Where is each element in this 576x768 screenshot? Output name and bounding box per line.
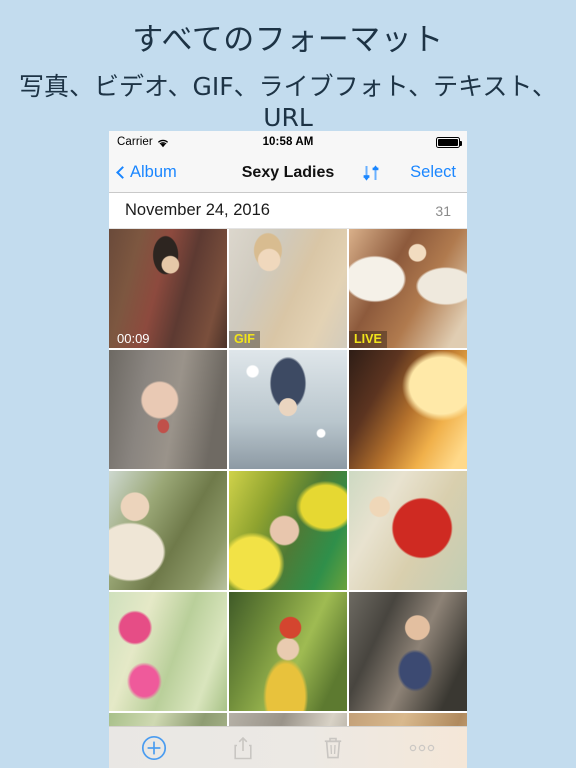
bottom-toolbar	[109, 726, 467, 768]
promo-title: すべてのフォーマット	[132, 22, 444, 58]
photo-image	[109, 350, 227, 469]
photo-image	[349, 592, 467, 711]
date-section-header[interactable]: November 24, 2016 31	[109, 193, 467, 229]
photo-thumbnail[interactable]	[109, 471, 227, 590]
format-badge: GIF	[229, 331, 260, 348]
navigation-bar: Album Sexy Ladies Select	[109, 153, 467, 193]
status-bar-right	[436, 136, 463, 148]
photo-thumbnail[interactable]: GIF	[229, 229, 347, 348]
duration-badge: 00:09	[117, 331, 150, 346]
photo-count: 31	[435, 202, 451, 219]
photo-thumbnail[interactable]	[229, 471, 347, 590]
battery-full-icon	[436, 136, 463, 148]
phone-screen: Carrier 10:58 AM Album Sexy Ladies Selec…	[109, 131, 467, 768]
sort-arrows-icon[interactable]	[360, 163, 382, 183]
share-icon[interactable]	[199, 727, 289, 768]
status-bar-time: 10:58 AM	[262, 136, 314, 148]
photo-image	[349, 471, 467, 590]
photo-thumbnail[interactable]	[229, 592, 347, 711]
photo-image	[109, 471, 227, 590]
photo-thumbnail[interactable]: LIVE	[349, 229, 467, 348]
photo-thumbnail[interactable]	[349, 471, 467, 590]
date-label: November 24, 2016	[125, 201, 270, 219]
photo-thumbnail[interactable]: 00:09	[109, 229, 227, 348]
photo-image	[229, 592, 347, 711]
select-button[interactable]: Select	[410, 163, 456, 182]
format-badge: LIVE	[349, 331, 387, 348]
add-circle-icon[interactable]	[109, 727, 199, 768]
more-options-icon[interactable]	[378, 727, 468, 768]
trash-icon[interactable]	[288, 727, 378, 768]
photo-thumbnail[interactable]	[109, 592, 227, 711]
photo-image	[229, 350, 347, 469]
photo-thumbnail[interactable]	[349, 350, 467, 469]
photo-grid: 00:09 GIF LIVE	[109, 229, 467, 768]
promo-subtitle: 写真、ビデオ、GIF、ライブフォト、テキスト、URL	[19, 72, 557, 132]
photo-thumbnail[interactable]	[229, 350, 347, 469]
photo-thumbnail[interactable]	[349, 592, 467, 711]
status-bar: Carrier 10:58 AM	[109, 131, 467, 153]
photo-image	[109, 592, 227, 711]
photo-image	[349, 350, 467, 469]
photo-image	[229, 471, 347, 590]
photo-thumbnail[interactable]	[109, 350, 227, 469]
promo-screenshot: すべてのフォーマット 写真、ビデオ、GIF、ライブフォト、テキスト、URL Ca…	[0, 0, 576, 768]
